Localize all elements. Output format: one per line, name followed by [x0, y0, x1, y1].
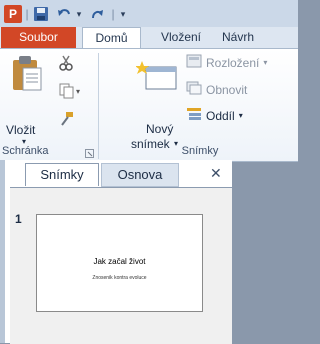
cut-icon[interactable]	[58, 55, 74, 76]
new-slide-button[interactable]: Nový	[146, 122, 173, 136]
tab-slides[interactable]: Snímky	[25, 163, 99, 186]
slide-title: Jak začal život	[93, 257, 146, 266]
slide-number: 1	[15, 212, 22, 226]
undo-dropdown-icon[interactable]: ▾	[75, 5, 83, 23]
quick-access-toolbar: P | ▾ | ▾	[0, 0, 298, 28]
app-letter: P	[8, 7, 17, 21]
qat-separator: |	[25, 7, 29, 21]
tab-home[interactable]: Domů	[82, 27, 141, 49]
new-slide-icon[interactable]	[135, 59, 178, 101]
close-icon[interactable]: ✕	[210, 165, 222, 182]
copy-dropdown-icon[interactable]: ▾	[76, 87, 80, 96]
tab-outline[interactable]: Osnova	[101, 163, 179, 187]
format-painter-icon[interactable]	[58, 111, 74, 132]
group-separator	[98, 53, 99, 159]
tab-insert[interactable]: Vložení	[150, 27, 212, 48]
powerpoint-logo-icon[interactable]: P	[4, 5, 22, 23]
copy-icon[interactable]	[58, 83, 74, 104]
clipboard-group-label: Schránka	[2, 145, 49, 157]
layout-icon	[186, 54, 202, 71]
section-button[interactable]: Oddíl ▾	[186, 107, 243, 124]
clipboard-dialog-launcher-icon[interactable]	[85, 145, 95, 158]
slide-subtitle: Znosenik kontra evoluce	[92, 275, 147, 281]
slide-thumbnail-list: 1 Jak začal život Znosenik kontra evoluc…	[10, 187, 232, 344]
layout-button[interactable]: Rozložení ▾	[186, 54, 267, 71]
slides-pane: Snímky Osnova ✕ 1 Jak začal život Znosen…	[5, 160, 232, 344]
qat-separator-2: |	[111, 7, 115, 21]
tab-file[interactable]: Soubor	[1, 27, 76, 48]
redo-icon[interactable]	[88, 5, 106, 23]
paste-icon[interactable]	[10, 54, 44, 94]
save-icon[interactable]	[32, 5, 50, 23]
ribbon-tabs: Soubor Domů Vložení Návrh	[0, 27, 298, 49]
section-icon	[186, 107, 202, 124]
reset-icon	[186, 81, 202, 98]
reset-button[interactable]: Obnovit	[186, 81, 247, 98]
slides-group-label: Snímky	[181, 145, 219, 157]
slide-thumbnail[interactable]: Jak začal život Znosenik kontra evoluce	[36, 214, 203, 312]
tab-design[interactable]: Návrh	[222, 27, 298, 48]
ribbon-home: Vložit ▾ ▾ Schránka Nový snímek ▾ Rozlož…	[0, 48, 298, 162]
customize-qat-icon[interactable]: ▾	[118, 5, 128, 23]
undo-icon[interactable]	[55, 5, 73, 23]
paste-button[interactable]: Vložit	[6, 123, 35, 137]
